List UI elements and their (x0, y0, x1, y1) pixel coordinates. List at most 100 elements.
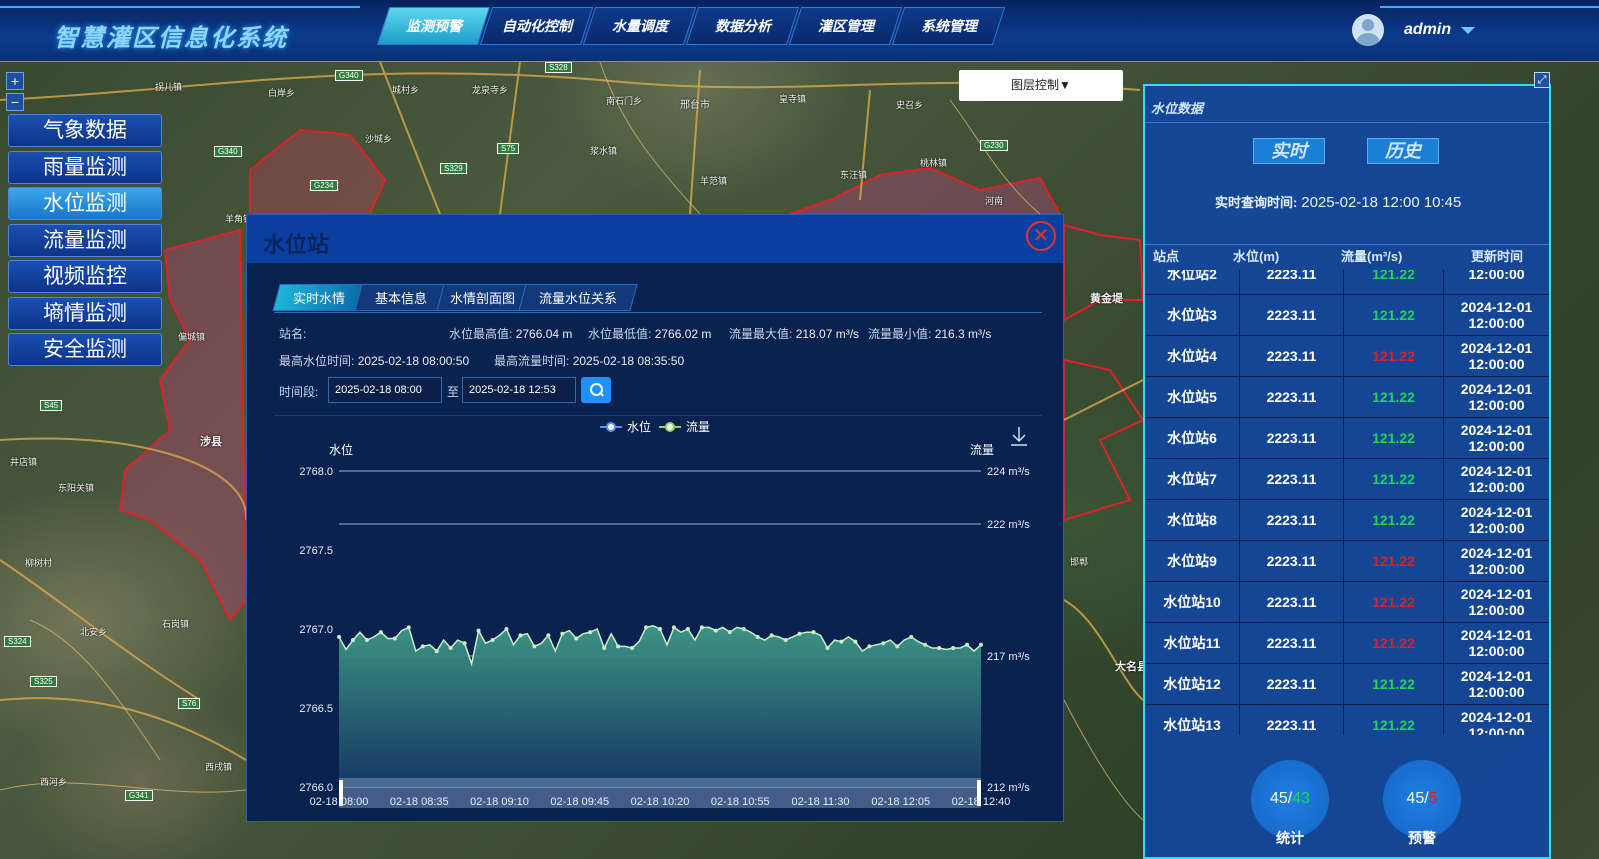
flow-point[interactable] (546, 633, 551, 638)
table-row[interactable]: 水位站4 2223.11 121.22 2024-12-01 12:00:00 (1145, 336, 1549, 377)
flow-point[interactable] (755, 634, 760, 639)
flow-point[interactable] (923, 642, 928, 647)
menu-item-weather[interactable]: 气象数据 (8, 114, 162, 147)
to-label: 至 (447, 385, 460, 399)
flow-point[interactable] (532, 644, 537, 649)
flow-point[interactable] (741, 627, 746, 631)
flow-point[interactable] (350, 638, 355, 643)
nav-tab-system[interactable]: 系统管理 (891, 7, 1006, 45)
legend-flow[interactable]: 流量 (686, 420, 710, 434)
flow-point[interactable] (658, 627, 662, 631)
menu-item-safety[interactable]: 安全监测 (8, 333, 162, 366)
flow-point[interactable] (560, 631, 565, 636)
flow-point[interactable] (588, 630, 593, 635)
table-row[interactable]: 水位站2 2223.11 121.22 12:00:00 (1145, 270, 1549, 295)
flow-point[interactable] (713, 628, 718, 633)
flow-point[interactable] (979, 642, 983, 647)
table-row[interactable]: 水位站7 2223.11 121.22 2024-12-01 12:00:00 (1145, 459, 1549, 500)
legend-flow-marker[interactable] (665, 422, 675, 432)
flow-point[interactable] (839, 639, 844, 644)
flow-point[interactable] (867, 644, 872, 649)
legend-level-marker[interactable] (606, 422, 616, 432)
history-button[interactable]: 历史 (1367, 138, 1439, 164)
flow-point[interactable] (378, 630, 383, 635)
nav-tab-automation[interactable]: 自动化控制 (479, 7, 594, 45)
menu-item-rainfall[interactable]: 雨量监测 (8, 150, 162, 184)
town-label: 白岸乡 (268, 88, 296, 98)
flow-cell: 121.22 (1343, 664, 1443, 704)
nav-tab-monitoring[interactable]: 监测预警 (376, 7, 491, 45)
flow-point[interactable] (909, 634, 914, 639)
nav-tab-analysis[interactable]: 数据分析 (685, 7, 800, 45)
flow-point[interactable] (825, 645, 830, 650)
flow-cell: 121.22 (1343, 541, 1443, 581)
table-row[interactable]: 水位站13 2223.11 121.22 2024-12-01 12:00:00 (1145, 705, 1549, 735)
menu-item-video[interactable]: 视频监控 (8, 260, 162, 293)
flow-point[interactable] (406, 625, 411, 630)
start-time-input[interactable]: 2025-02-18 08:00 (328, 377, 442, 403)
tab-flow-level[interactable]: 流量水位关系 (518, 284, 638, 311)
tab-profile[interactable]: 水情剖面图 (436, 284, 530, 311)
station-cell: 水位站13 (1163, 717, 1221, 733)
legend-level[interactable]: 水位 (627, 419, 651, 434)
flow-point[interactable] (699, 625, 704, 630)
user-menu[interactable]: admin (1338, 10, 1488, 50)
flow-point[interactable] (392, 636, 397, 641)
search-button[interactable] (581, 377, 611, 403)
flow-point[interactable] (616, 644, 621, 649)
flow-point[interactable] (644, 625, 649, 630)
table-row[interactable]: 水位站3 2223.11 121.22 2024-12-01 12:00:00 (1145, 295, 1549, 336)
flow-point[interactable] (797, 631, 802, 636)
flow-point[interactable] (671, 625, 676, 630)
tab-realtime[interactable]: 实时水情 (272, 284, 366, 311)
flow-point[interactable] (783, 638, 788, 643)
flow-point[interactable] (937, 645, 942, 650)
table-body[interactable]: 水位站2 2223.11 121.22 12:00:00 水位站3 2223.11 121.… (1145, 270, 1549, 735)
flow-point[interactable] (881, 641, 886, 646)
stat-bubble[interactable]: 45/43 (1251, 760, 1329, 838)
flow-point[interactable] (574, 636, 579, 641)
menu-item-soil[interactable]: 墒情监测 (8, 296, 162, 330)
realtime-button[interactable]: 实时 (1253, 138, 1325, 164)
flow-point[interactable] (490, 638, 495, 643)
download-icon[interactable] (1011, 427, 1027, 446)
layer-control-button[interactable]: 图层控制▼ (959, 70, 1123, 101)
flow-point[interactable] (965, 642, 970, 647)
nav-tab-irrigation[interactable]: 灌区管理 (788, 7, 903, 45)
table-row[interactable]: 水位站12 2223.11 121.22 2024-12-01 12:00:00 (1145, 664, 1549, 705)
zoom-in-button[interactable]: + (6, 72, 24, 90)
zoom-out-button[interactable]: − (6, 93, 24, 111)
table-row[interactable]: 水位站11 2223.11 121.22 2024-12-01 12:00:00 (1145, 623, 1549, 664)
flow-point[interactable] (811, 630, 816, 635)
flow-point[interactable] (448, 645, 453, 650)
flow-point[interactable] (685, 627, 690, 631)
flow-point[interactable] (951, 645, 956, 650)
table-row[interactable]: 水位站10 2223.11 121.22 2024-12-01 12:00:00 (1145, 582, 1549, 623)
flow-point[interactable] (727, 630, 732, 635)
end-time-input[interactable]: 2025-02-18 12:53 (462, 377, 576, 403)
flow-point[interactable] (630, 645, 635, 650)
table-row[interactable]: 水位站8 2223.11 121.22 2024-12-01 12:00:00 (1145, 500, 1549, 541)
flow-point[interactable] (895, 644, 900, 649)
nav-tab-dispatch[interactable]: 水量调度 (582, 7, 697, 45)
flow-point[interactable] (462, 641, 467, 646)
flow-point[interactable] (364, 638, 369, 643)
warning-bubble[interactable]: 45/5 (1383, 760, 1461, 838)
flow-point[interactable] (769, 633, 774, 638)
flow-point[interactable] (476, 628, 481, 633)
flow-point[interactable] (337, 634, 341, 639)
table-row[interactable]: 水位站9 2223.11 121.22 2024-12-01 12:00:00 (1145, 541, 1549, 582)
expand-icon[interactable]: ⤢ (1534, 72, 1550, 88)
flow-point[interactable] (853, 639, 858, 644)
menu-item-water-level[interactable]: 水位监测 (8, 187, 162, 220)
table-row[interactable]: 水位站5 2223.11 121.22 2024-12-01 12:00:00 (1145, 377, 1549, 418)
flow-point[interactable] (518, 633, 523, 638)
tab-basic-info[interactable]: 基本信息 (354, 284, 448, 311)
menu-item-flow[interactable]: 流量监测 (8, 223, 162, 257)
flow-point[interactable] (420, 644, 425, 649)
flow-point[interactable] (602, 645, 607, 650)
table-row[interactable]: 水位站6 2223.11 121.22 2024-12-01 12:00:00 (1145, 418, 1549, 459)
close-icon[interactable]: ✕ (1026, 221, 1056, 251)
flow-point[interactable] (504, 627, 509, 631)
flow-point[interactable] (434, 649, 439, 654)
